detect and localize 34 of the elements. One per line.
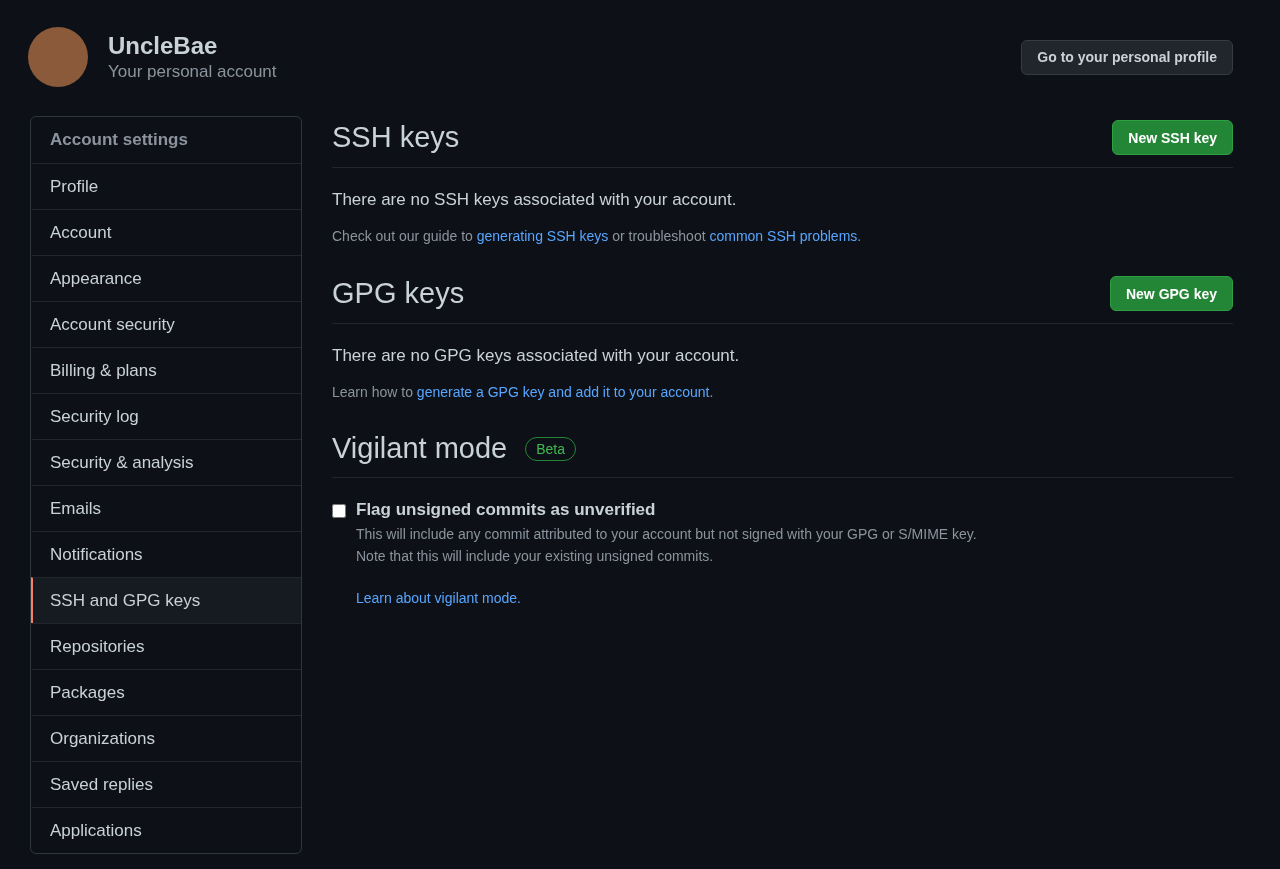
new-key-button[interactable]: New SSH key (1112, 120, 1233, 155)
section-heading: Vigilant mode (332, 432, 508, 465)
sidebar-item[interactable]: Organizations (31, 715, 301, 761)
new-key-button[interactable]: New GPG key (1109, 276, 1233, 311)
sidebar-heading: Account settings (49, 129, 189, 151)
username: UncleBae (108, 32, 219, 60)
sidebar-item[interactable]: Appearance (31, 255, 301, 301)
sidebar-item[interactable]: Security & analysis (31, 439, 301, 485)
sidebar-item[interactable]: Account security (31, 301, 301, 347)
profile-button[interactable]: Go to your personal profile (1021, 39, 1233, 75)
sidebar-item[interactable]: Repositories (31, 623, 301, 669)
sidebar-item[interactable]: Billing & plans (31, 347, 301, 393)
empty-message: There are no GPG keys associated with your account. (332, 346, 741, 366)
checkbox[interactable] (332, 504, 346, 518)
help-link[interactable]: generating SSH keys (476, 228, 609, 244)
sidebar-item[interactable]: Saved replies (31, 761, 301, 807)
sidebar-item[interactable]: Profile (31, 163, 301, 209)
help-text: Learn how to generate a GPG key and add it to your account. (332, 384, 715, 400)
option-label: Flag unsigned commits as unverified (356, 500, 657, 520)
empty-message: There are no SSH keys associated with your account. (332, 190, 738, 210)
sidebar-item[interactable]: Packages (31, 669, 301, 715)
section-heading: GPG keys (332, 277, 465, 310)
sidebar-item[interactable]: Account (31, 209, 301, 255)
account-subtitle: Your personal account (108, 62, 277, 82)
option-description: This will include any commit attributed to your account but not signed with your GPG or S/MIME key. (356, 526, 977, 542)
help-text: Check out our guide to generating SSH keys or troubleshoot common SSH problems. (332, 228, 863, 244)
sidebar-item[interactable]: Applications (31, 807, 301, 853)
vigilant-link[interactable]: Learn about vigilant mode. (356, 590, 521, 606)
section-heading: SSH keys (332, 121, 460, 154)
avatar-placeholder (28, 27, 88, 87)
sidebar-item[interactable]: Security log (31, 393, 301, 439)
option-description: Note that this will include your existing unsigned commits. (356, 548, 715, 564)
sidebar-item[interactable]: SSH and GPG keys (31, 577, 301, 623)
sidebar-item[interactable]: Emails (31, 485, 301, 531)
